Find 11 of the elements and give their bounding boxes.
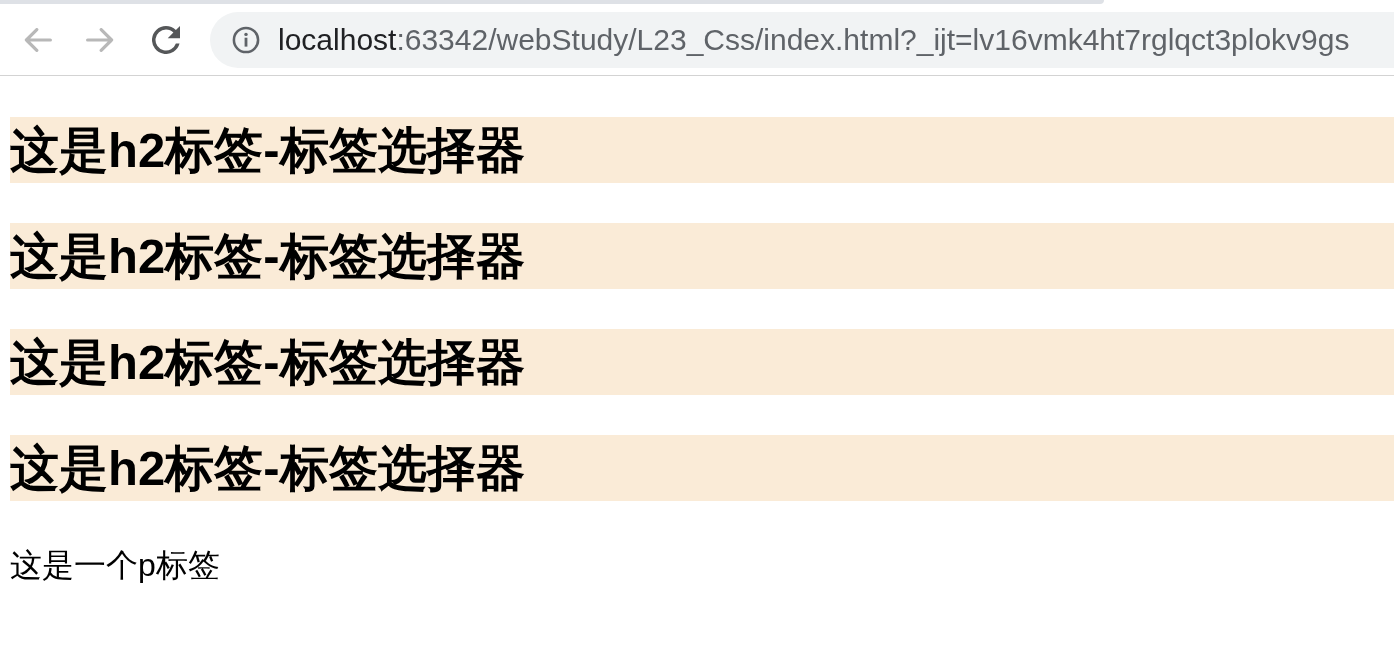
reload-icon: [152, 25, 180, 54]
heading: 这是h2标签-标签选择器: [10, 329, 1394, 395]
heading: 这是h2标签-标签选择器: [10, 223, 1394, 289]
paragraph: 这是一个p标签: [10, 546, 221, 585]
info-icon[interactable]: [232, 25, 260, 54]
address-bar[interactable]: localhost:63342/webStudy/L23_Css/index.html?_ijt=lv16vmk4ht7rglqct3plokv9gs: [210, 11, 1394, 68]
right-arrow-icon: [86, 27, 114, 52]
heading: 这是h2标签-标签选择器: [10, 435, 1394, 501]
left-arrow-icon: [24, 27, 52, 52]
heading: 这是h2标签-标签选择器: [10, 117, 1394, 183]
url-text: localhost:63342/webStudy/L23_Css/index.html?_ijt=lv16vmk4ht7rglqct3plokv9gs: [278, 22, 1350, 57]
